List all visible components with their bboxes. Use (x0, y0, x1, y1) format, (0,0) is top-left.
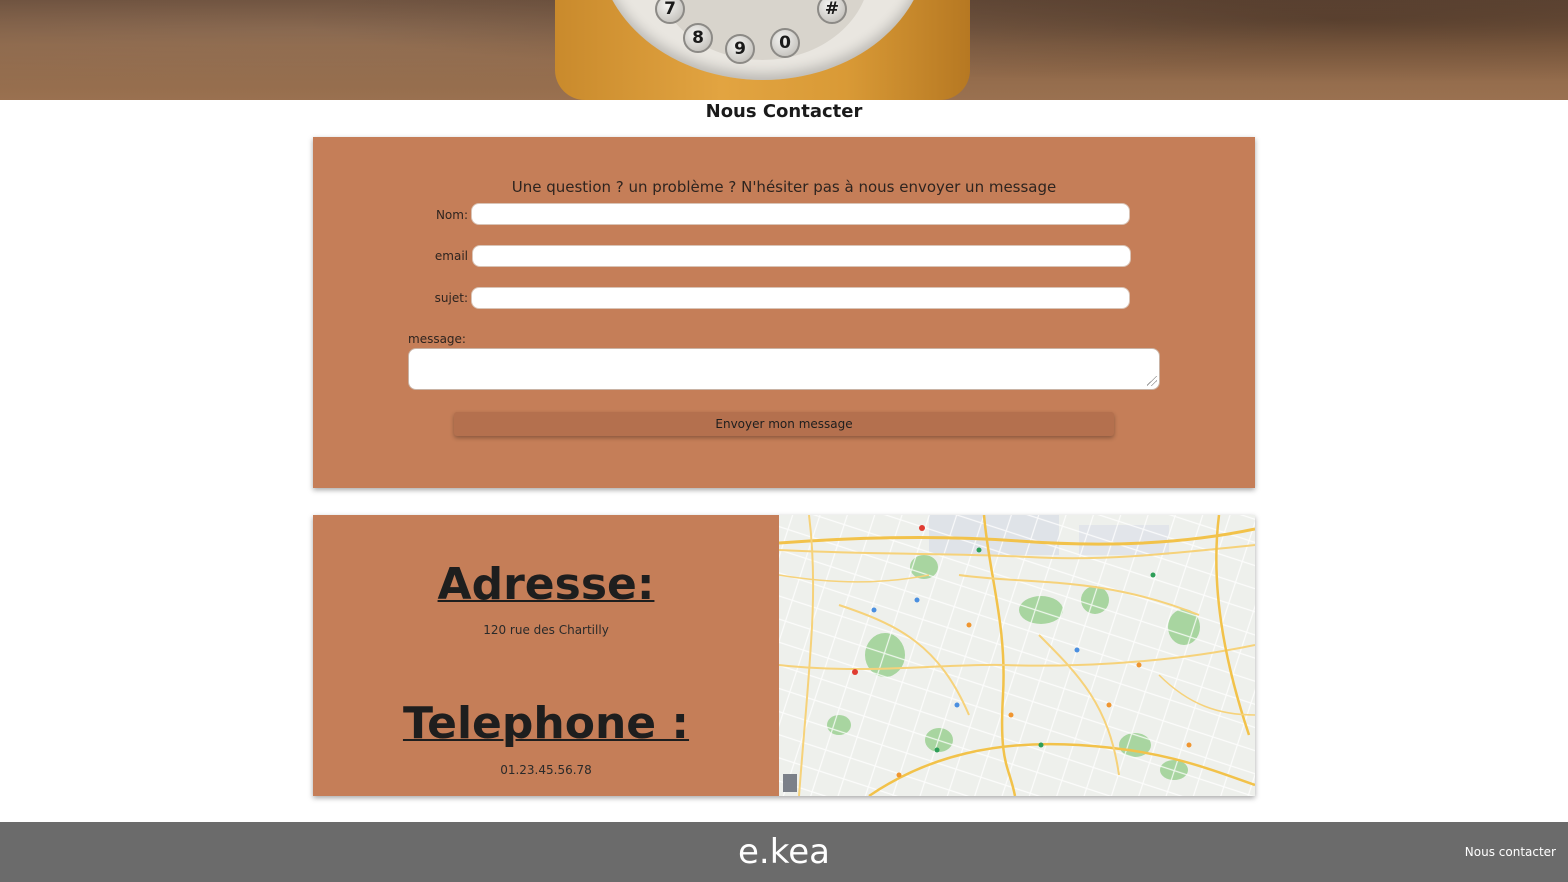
subject-label: sujet: (434, 291, 468, 305)
subject-field[interactable] (471, 287, 1130, 309)
contact-form-card: Une question ? un problème ? N'hésiter p… (313, 137, 1255, 488)
map-image (779, 515, 1255, 796)
page-title: Nous Contacter (705, 101, 863, 122)
name-label: Nom: (435, 208, 468, 222)
address-heading: Adresse: (437, 559, 655, 610)
location-map[interactable] (779, 515, 1255, 796)
message-textarea[interactable] (408, 348, 1160, 390)
send-message-button[interactable]: Envoyer mon message (454, 412, 1114, 436)
phone-value: 01.23.45.56.78 (500, 763, 592, 777)
form-intro: Une question ? un problème ? N'hésiter p… (511, 178, 1057, 196)
email-field[interactable] (472, 245, 1131, 267)
footer: e.kea Nous contacter (0, 822, 1568, 882)
email-label: email (434, 249, 468, 263)
footer-logo[interactable]: e.kea (0, 832, 1568, 872)
resize-handle-icon[interactable] (1147, 376, 1157, 386)
message-label: message: (408, 332, 466, 346)
address-value: 120 rue des Chartilly (483, 623, 609, 637)
dial-key: 0 (770, 28, 800, 58)
phone-heading: Telephone : (402, 698, 690, 749)
name-field[interactable] (471, 203, 1130, 225)
dial-key: 8 (683, 23, 713, 53)
hero-banner: 7 8 9 0 # (0, 0, 1568, 100)
contact-details-panel: Adresse: 120 rue des Chartilly Telephone… (313, 515, 779, 796)
footer-contact-link[interactable]: Nous contacter (1465, 845, 1556, 859)
dial-key: 9 (725, 34, 755, 64)
contact-info-card: Adresse: 120 rue des Chartilly Telephone… (313, 515, 1255, 796)
